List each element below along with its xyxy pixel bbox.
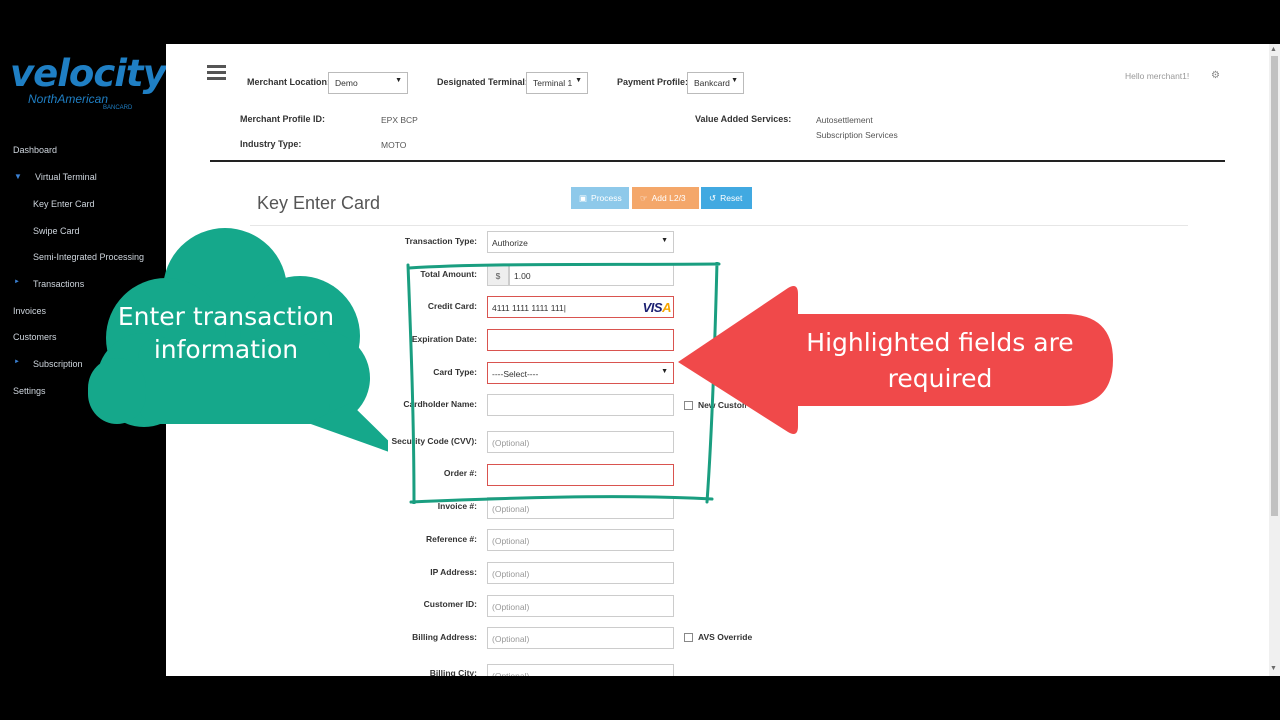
reference-number-label: Reference #: [425, 534, 477, 544]
sidebar-item-label: Transactions [33, 279, 85, 289]
customer-id-input[interactable]: (Optional) [487, 595, 674, 617]
process-button[interactable]: ▣ Process [571, 187, 629, 209]
designated-terminal-select[interactable]: Terminal 1 ▼ [526, 72, 588, 94]
logo-wordmark: velocity [10, 52, 167, 95]
header-divider [210, 160, 1225, 162]
sidebar-item-label: Invoices [13, 306, 47, 316]
undo-icon: ↺ [709, 193, 717, 203]
merchant-profile-id-value: EPX BCP [381, 115, 418, 125]
logo-line1: NorthAmerican [28, 92, 109, 106]
caret-right-icon: ► [14, 279, 20, 285]
caret-down-icon: ▼ [14, 172, 22, 181]
transaction-type-select[interactable]: Authorize ▼ [487, 231, 674, 253]
sidebar-item-label: Virtual Terminal [35, 172, 97, 182]
merchant-location-label: Merchant Location: [247, 77, 331, 87]
sidebar-item-label: Swipe Card [33, 226, 80, 236]
payment-profile-select[interactable]: Bankcard ▼ [687, 72, 744, 94]
reference-number-input[interactable]: (Optional) [487, 529, 674, 551]
industry-type-value: MOTO [381, 140, 407, 150]
billing-address-label: Billing Address: [412, 632, 477, 642]
dropdown-arrow-icon: ▼ [661, 237, 668, 244]
add-l23-label: Add L2/3 [651, 193, 686, 203]
sidebar-item-label: Subscription [33, 359, 83, 369]
avs-override-checkbox[interactable] [684, 633, 693, 642]
ip-address-input[interactable]: (Optional) [487, 562, 674, 584]
title-divider [250, 225, 1188, 226]
merchant-profile-id-label: Merchant Profile ID: [240, 114, 326, 124]
arrow-annotation-text: Highlighted fields are required [806, 328, 1074, 393]
sidebar-item-label: Customers [13, 332, 57, 342]
bubble-annotation-text: Enter transaction information [117, 302, 335, 364]
vas-item: Subscription Services [816, 130, 898, 140]
billing-city-input[interactable]: (Optional) [487, 664, 674, 676]
value-added-services-label: Value Added Services: [695, 114, 792, 124]
page-title: Key Enter Card [257, 193, 381, 213]
vas-item: Autosettlement [816, 115, 873, 125]
dropdown-arrow-icon: ▼ [731, 77, 738, 84]
payment-profile-value: Bankcard [694, 78, 730, 88]
customer-id-label: Customer ID: [423, 599, 477, 609]
merchant-location-value: Demo [335, 78, 358, 88]
reset-button[interactable]: ↺ Reset [701, 187, 752, 209]
reset-label: Reset [720, 193, 743, 203]
save-icon: ▣ [579, 193, 588, 203]
merchant-location-select[interactable]: Demo ▼ [328, 72, 408, 94]
avs-override-label: AVS Override [698, 632, 753, 642]
scroll-down-icon[interactable]: ▼ [1270, 665, 1277, 672]
vertical-scrollbar[interactable]: ▲ ▼ [1269, 44, 1280, 676]
scroll-up-icon[interactable]: ▲ [1270, 46, 1277, 53]
designated-terminal-value: Terminal 1 [533, 78, 573, 88]
dropdown-arrow-icon: ▼ [575, 77, 582, 84]
billing-address-input[interactable]: (Optional) [487, 627, 674, 649]
sidebar-item-label: Settings [13, 386, 46, 396]
sidebar-item-label: Dashboard [13, 145, 58, 155]
payment-profile-label: Payment Profile: [617, 77, 689, 87]
add-l23-button[interactable]: ☞ Add L2/3 [632, 187, 699, 209]
logo-line2: BANCARD [103, 105, 133, 111]
billing-city-label: Billing City: [429, 668, 477, 676]
user-greeting[interactable]: Hello merchant1! [1125, 71, 1189, 81]
scrollbar-thumb[interactable] [1271, 56, 1278, 516]
ip-address-label: IP Address: [430, 567, 477, 577]
designated-terminal-label: Designated Terminal: [437, 77, 528, 87]
transaction-type-value: Authorize [492, 238, 528, 248]
process-label: Process [591, 193, 622, 203]
velocity-logo[interactable]: velocity NorthAmerican BANCARD [8, 52, 167, 112]
sidebar-item-label: Key Enter Card [33, 199, 95, 209]
caret-right-icon: ► [14, 359, 20, 365]
dropdown-arrow-icon: ▼ [395, 77, 402, 84]
menu-toggle-icon[interactable] [207, 65, 226, 83]
gear-icon[interactable]: ⚙ [1211, 70, 1220, 81]
industry-type-label: Industry Type: [240, 139, 302, 149]
hand-pointer-icon: ☞ [640, 193, 648, 203]
